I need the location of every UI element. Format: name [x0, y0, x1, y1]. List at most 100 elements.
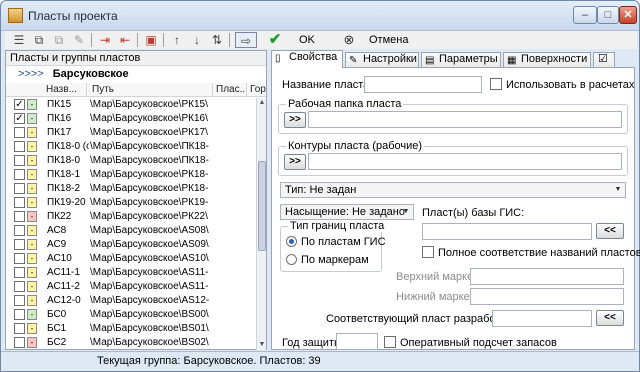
saturation-combo[interactable]: Насыщение: Не задано ▼ [280, 204, 414, 220]
layer-row[interactable]: - ПК19-20 \Мар\Барсуковское\РК19- [6, 196, 256, 210]
tab-properties[interactable]: ▯ Свойства [271, 50, 343, 68]
tab-checkbox[interactable]: ☑ [593, 52, 615, 67]
bottom-marker-input[interactable] [470, 288, 624, 305]
layer-path: \Мар\Барсуковское\BS00\ [90, 309, 209, 320]
layer-checkbox[interactable] [14, 267, 25, 278]
column-divider[interactable] [246, 83, 247, 97]
cancel-button[interactable]: Отмена [369, 34, 408, 46]
toolbar-separator [163, 33, 164, 47]
minimize-button[interactable]: – [573, 6, 597, 24]
column-divider[interactable] [212, 83, 213, 97]
work-folder-browse-button[interactable]: >> [284, 112, 306, 128]
remove-layer-icon[interactable]: ⇤ [117, 32, 133, 48]
column-header-layer[interactable]: Плас... [216, 84, 248, 95]
layer-row[interactable]: ✓ - ПК16 \Мар\Барсуковское\РК16\ [6, 112, 256, 126]
layer-checkbox[interactable] [14, 141, 25, 152]
layer-row[interactable]: - АС11-1 \Мар\Барсуковское\AS11- [6, 266, 256, 280]
scrollbar-thumb[interactable] [258, 161, 266, 251]
radio-by-markers[interactable] [286, 254, 297, 265]
layer-checkbox[interactable]: ✓ [14, 99, 25, 110]
ok-button[interactable]: OK [299, 34, 315, 46]
contours-input[interactable] [308, 153, 622, 170]
layer-name-input[interactable] [364, 76, 482, 93]
layer-checkbox[interactable] [14, 295, 25, 306]
layer-row[interactable]: - ПК17 \Мар\Барсуковское\РК17\ [6, 126, 256, 140]
gis-layers-button[interactable]: << [596, 223, 624, 239]
group-row[interactable]: >>>> Барсуковское [6, 67, 266, 82]
layer-checkbox[interactable] [14, 183, 25, 194]
defense-year-input[interactable] [336, 333, 378, 350]
layer-row[interactable]: - БС2 \Мар\Барсуковское\BS02\ [6, 336, 256, 350]
op-reserves-checkbox[interactable] [384, 336, 396, 348]
insert-layer-icon[interactable]: ⇥ [97, 32, 113, 48]
main-window: Пласты проекта – □ ✕ ☰ ⧉ ⧉ ✎ ⇥ ⇤ ▣ ↑ ↓ ⇅… [0, 0, 640, 372]
layer-row[interactable]: - АС9 \Мар\Барсуковское\AS09\ [6, 238, 256, 252]
layer-checkbox[interactable] [14, 127, 25, 138]
list-view-icon[interactable]: ☰ [11, 32, 27, 48]
check-icon[interactable]: ✔ [267, 32, 283, 48]
layer-row[interactable]: - АС8 \Мар\Барсуковское\AS08\ [6, 224, 256, 238]
maximize-button[interactable]: □ [597, 6, 619, 24]
copy-icon[interactable]: ⧉ [31, 32, 47, 48]
contours-browse-button[interactable]: >> [284, 154, 306, 170]
column-divider[interactable] [86, 83, 87, 97]
tab-parameters[interactable]: ▤ Параметры [421, 52, 501, 67]
sort-icon[interactable]: ⇅ [209, 32, 225, 48]
layer-row[interactable]: - БС0 \Мар\Барсуковское\BS00\ [6, 308, 256, 322]
cancel-icon[interactable]: ⊗ [341, 32, 357, 48]
layer-checkbox[interactable] [14, 337, 25, 348]
full-match-checkbox[interactable] [422, 246, 434, 258]
layer-checkbox[interactable] [14, 169, 25, 180]
properties-panel: Название пласта: Использовать в расчетах… [271, 67, 640, 350]
work-folder-input[interactable] [308, 111, 622, 128]
column-header-path[interactable]: Путь [92, 84, 114, 95]
layer-row[interactable]: - ПК18-2 \Мар\Барсуковское\РК18- [6, 182, 256, 196]
toggle-panel-icon[interactable]: ⇨ [235, 32, 257, 48]
layer-row[interactable]: - БС1 \Мар\Барсуковское\BS01\ [6, 322, 256, 336]
type-combo[interactable]: Тип: Не задан ▼ [280, 182, 626, 198]
layer-checkbox[interactable] [14, 225, 25, 236]
layer-checkbox[interactable] [14, 309, 25, 320]
column-header-name[interactable]: Назв... [46, 84, 77, 95]
layer-row[interactable]: - ПК22 \Мар\Барсуковское\РК22\ [6, 210, 256, 224]
scroll-up-icon[interactable]: ▲ [257, 98, 267, 108]
move-up-icon[interactable]: ↑ [169, 32, 185, 48]
top-marker-input[interactable] [470, 268, 624, 285]
layer-status-icon: - [27, 211, 37, 222]
layer-status-icon: - [27, 239, 37, 250]
group-icon[interactable]: ▣ [143, 32, 159, 48]
tab-surfaces[interactable]: ▦ Поверхности [503, 52, 591, 67]
dev-layer-button[interactable]: << [596, 310, 624, 326]
layer-row[interactable]: - АС10 \Мар\Барсуковское\AS10\ [6, 252, 256, 266]
layer-checkbox[interactable] [14, 239, 25, 250]
dev-layer-input[interactable] [492, 310, 592, 327]
layer-checkbox[interactable] [14, 197, 25, 208]
toolbar: ☰ ⧉ ⧉ ✎ ⇥ ⇤ ▣ ↑ ↓ ⇅ ⇨ ✔ OK ⊗ Отмена [5, 31, 637, 49]
gis-layers-input[interactable] [422, 223, 592, 240]
layer-checkbox[interactable]: ✓ [14, 113, 25, 124]
move-down-icon[interactable]: ↓ [189, 32, 205, 48]
tab-settings[interactable]: ✎ Настройки [345, 52, 419, 67]
layer-checkbox[interactable] [14, 211, 25, 222]
close-button[interactable]: ✕ [619, 6, 637, 24]
scroll-down-icon[interactable]: ▼ [257, 340, 267, 350]
work-folder-label: Рабочая папка пласта [286, 98, 404, 110]
edit-icon[interactable]: ✎ [71, 32, 87, 48]
layer-checkbox[interactable] [14, 155, 25, 166]
paste-icon[interactable]: ⧉ [51, 32, 67, 48]
radio-by-gis[interactable] [286, 236, 297, 247]
layer-row[interactable]: - ПК18-0 \Мар\Барсуковское\ПК18- [6, 154, 256, 168]
layer-checkbox[interactable] [14, 253, 25, 264]
column-header-horizon[interactable]: Гор [250, 84, 266, 95]
layer-row[interactable]: - ПК18-0 (о \Мар\Барсуковское\ПК18- [6, 140, 256, 154]
layer-row[interactable]: - АС11-2 \Мар\Барсуковское\AS11- [6, 280, 256, 294]
layer-checkbox[interactable] [14, 323, 25, 334]
layer-status-icon: - [27, 113, 37, 124]
title-bar[interactable]: Пласты проекта – □ ✕ [1, 1, 639, 31]
layer-row[interactable]: - АС12-0 \Мар\Барсуковское\AS12- [6, 294, 256, 308]
layer-row[interactable]: - ПК18-1 \Мар\Барсуковское\РК18- [6, 168, 256, 182]
use-in-calc-checkbox[interactable] [490, 78, 502, 90]
layer-row[interactable]: ✓ - ПК15 \Мар\Барсуковское\РК15\ [6, 98, 256, 112]
layer-checkbox[interactable] [14, 281, 25, 292]
layers-scrollbar[interactable]: ▲ ▼ [256, 98, 266, 350]
